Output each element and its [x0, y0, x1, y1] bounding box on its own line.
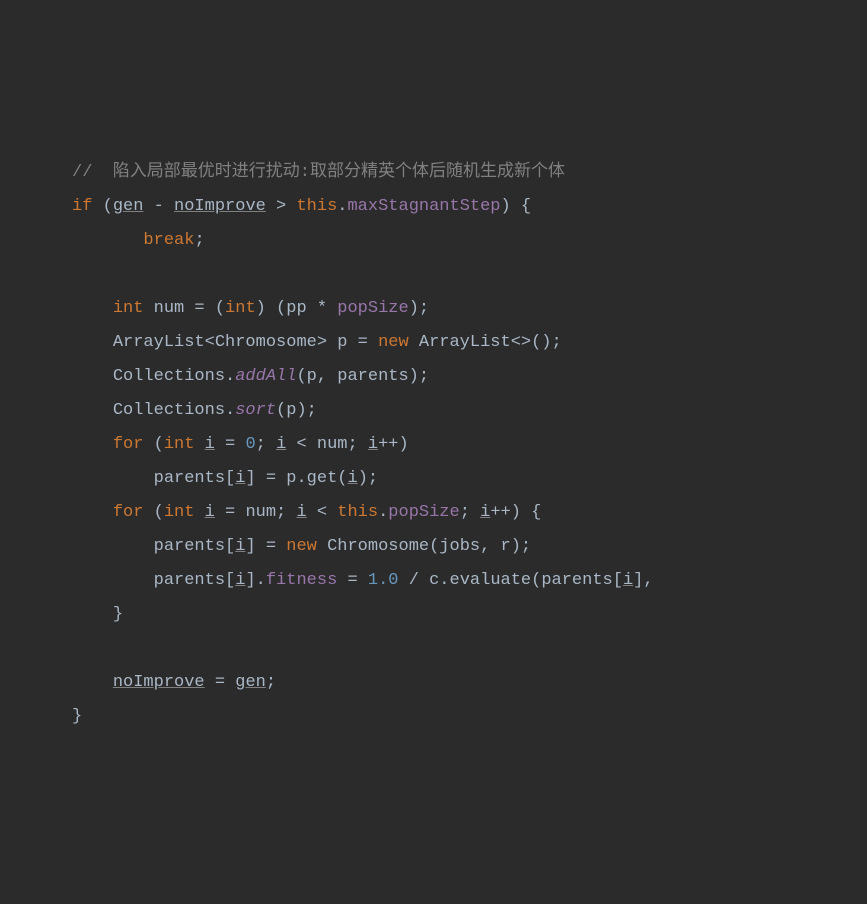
- code-editor[interactable]: // 陷入局部最优时进行扰动:取部分精英个体后随机生成新个体 if (gen -…: [72, 156, 867, 734]
- text: parents[: [154, 571, 236, 590]
- dot: .: [337, 197, 347, 216]
- text: / c.evaluate(parents[: [399, 571, 623, 590]
- num-zero: 0: [245, 435, 255, 454]
- text: ] =: [245, 537, 286, 556]
- var-i: i: [276, 435, 286, 454]
- semi: ;: [256, 435, 276, 454]
- text: ) (pp *: [256, 299, 338, 318]
- text: parents[: [154, 537, 236, 556]
- keyword-if: if: [72, 197, 92, 216]
- var-i: i: [480, 503, 490, 522]
- field-maxStagnant: maxStagnantStep: [347, 197, 500, 216]
- field-popSize: popSize: [388, 503, 459, 522]
- text: ] = p.get(: [245, 469, 347, 488]
- var-i: i: [205, 503, 215, 522]
- keyword-new: new: [286, 537, 317, 556]
- var-i: i: [205, 435, 215, 454]
- semi: ;: [460, 503, 480, 522]
- var-noImprove: noImprove: [174, 197, 266, 216]
- var-noImprove: noImprove: [113, 673, 205, 692]
- var-i: i: [296, 503, 306, 522]
- num-one: 1.0: [368, 571, 399, 590]
- text: num = (: [143, 299, 225, 318]
- inc: ++): [378, 435, 409, 454]
- eq: =: [215, 435, 246, 454]
- close-brace: }: [72, 707, 82, 726]
- text: Chromosome(jobs, r);: [317, 537, 531, 556]
- var-i: i: [235, 469, 245, 488]
- dot: .: [378, 503, 388, 522]
- eq: =: [205, 673, 236, 692]
- end: );: [358, 469, 378, 488]
- keyword-this: this: [296, 197, 337, 216]
- class-collections: Collections.: [113, 401, 235, 420]
- keyword-int: int: [164, 435, 195, 454]
- eq: = num;: [215, 503, 297, 522]
- keyword-for: for: [113, 435, 144, 454]
- op-minus: -: [143, 197, 174, 216]
- close-paren: ) {: [501, 197, 532, 216]
- semi: ;: [266, 673, 276, 692]
- keyword-new: new: [378, 333, 409, 352]
- method-sort: sort: [235, 401, 276, 420]
- keyword-int: int: [113, 299, 144, 318]
- op-gt: >: [266, 197, 297, 216]
- lt: < num;: [286, 435, 368, 454]
- keyword-this: this: [337, 503, 378, 522]
- code-comment: // 陷入局部最优时进行扰动:取部分精英个体后随机生成新个体: [72, 163, 565, 182]
- var-i: i: [235, 571, 245, 590]
- var-i: i: [368, 435, 378, 454]
- args: (p);: [276, 401, 317, 420]
- open: (: [143, 503, 163, 522]
- open: (: [143, 435, 163, 454]
- keyword-break: break: [143, 231, 194, 250]
- close: );: [409, 299, 429, 318]
- field-popSize: popSize: [337, 299, 408, 318]
- keyword-int-cast: int: [225, 299, 256, 318]
- end: ],: [633, 571, 653, 590]
- var-i: i: [235, 537, 245, 556]
- text: parents[: [154, 469, 236, 488]
- field-fitness: fitness: [266, 571, 337, 590]
- close-brace: }: [113, 605, 123, 624]
- text: ].: [245, 571, 265, 590]
- paren: (: [92, 197, 112, 216]
- args: (p, parents);: [296, 367, 429, 386]
- var-gen: gen: [113, 197, 144, 216]
- method-addAll: addAll: [235, 367, 296, 386]
- keyword-for: for: [113, 503, 144, 522]
- lt: <: [307, 503, 338, 522]
- type-arraylist2: ArrayList<>();: [409, 333, 562, 352]
- eq: =: [337, 571, 368, 590]
- space: [194, 435, 204, 454]
- var-i: i: [347, 469, 357, 488]
- inc: ++) {: [490, 503, 541, 522]
- var-i: i: [623, 571, 633, 590]
- keyword-int: int: [164, 503, 195, 522]
- class-collections: Collections.: [113, 367, 235, 386]
- type-arraylist: ArrayList<Chromosome> p =: [113, 333, 378, 352]
- semi: ;: [194, 231, 204, 250]
- var-gen: gen: [235, 673, 266, 692]
- space: [194, 503, 204, 522]
